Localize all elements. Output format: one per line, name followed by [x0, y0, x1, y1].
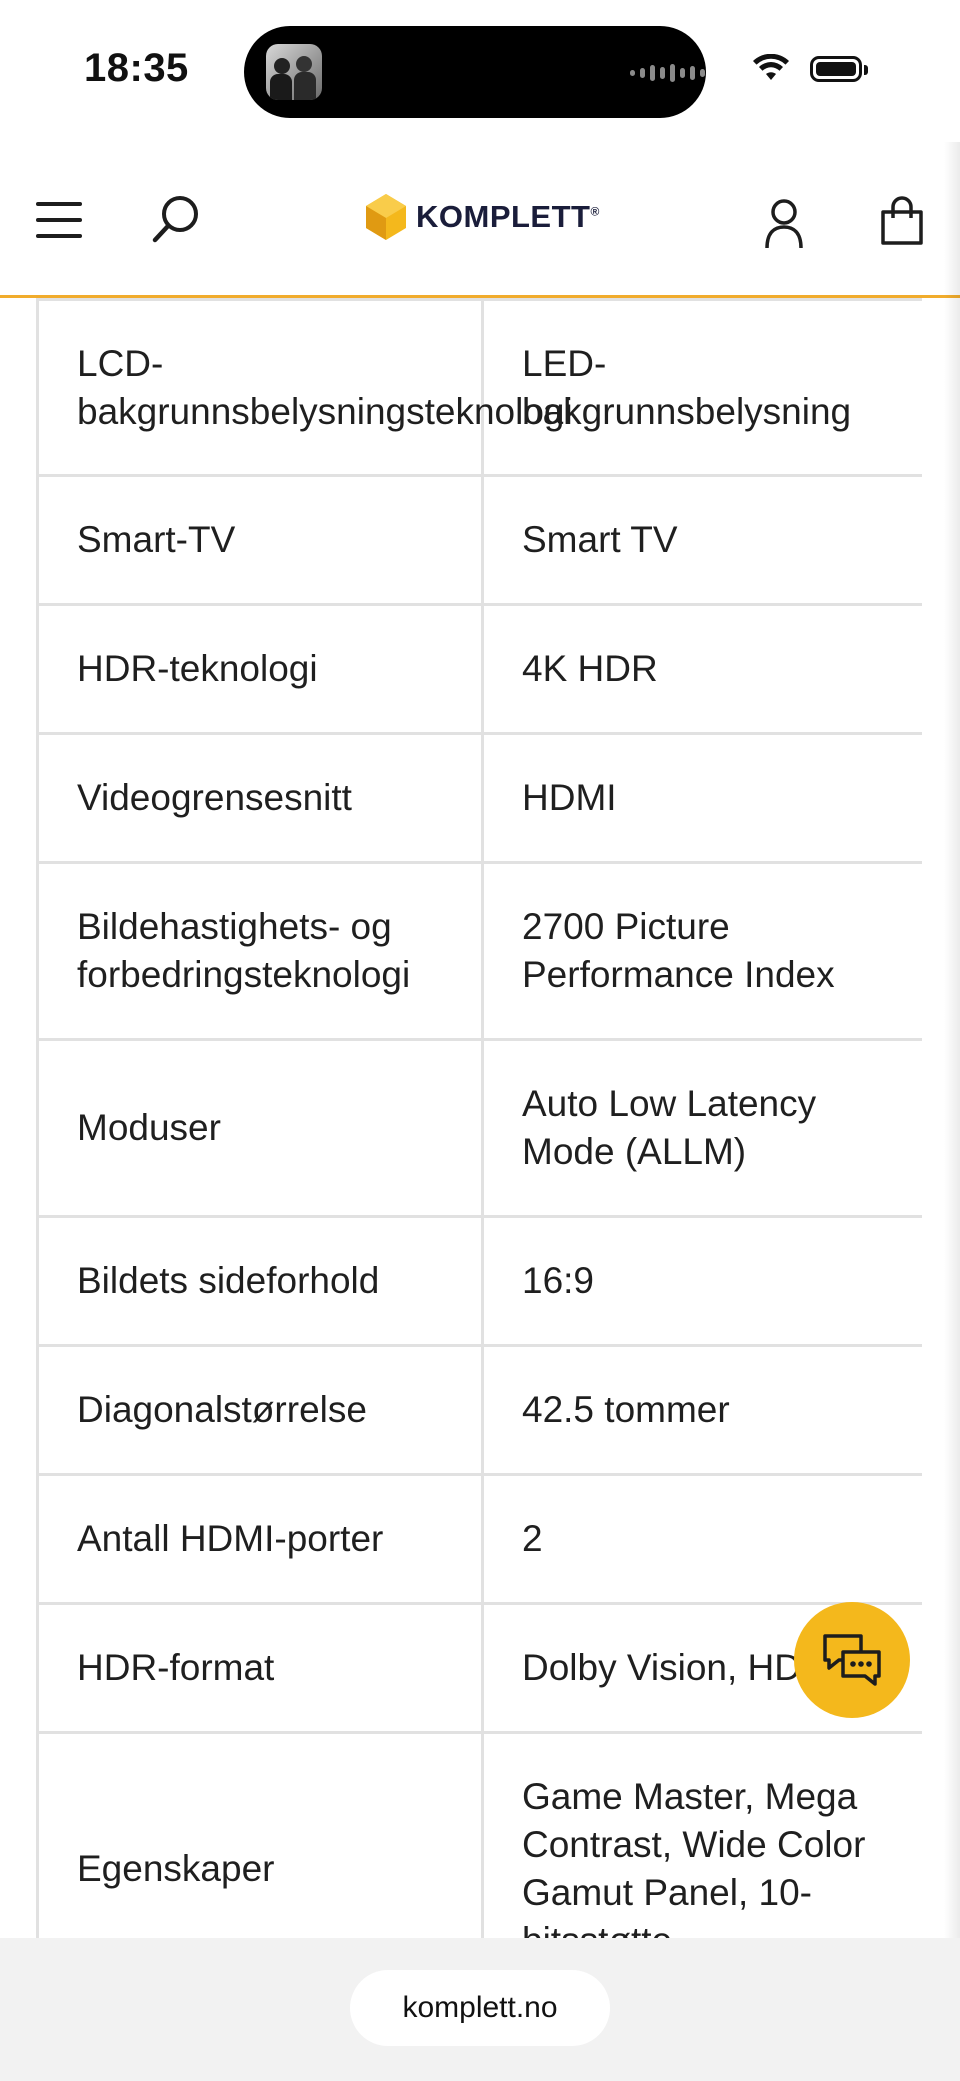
spec-value-text: 2700 Picture Performance Index: [522, 906, 835, 995]
spec-key: Smart-TV: [36, 474, 484, 606]
address-bar[interactable]: komplett.no: [350, 1970, 610, 2046]
spec-key: HDR-format: [36, 1602, 484, 1734]
table-row: Bildehastighets- og forbedringsteknologi …: [36, 861, 922, 1041]
spec-value: Game Master, Mega Contrast, Wide Color Gam…: [481, 1731, 922, 1939]
spec-value: LED-bakgrunnsbelysning: [481, 298, 922, 477]
table-row: HDR-format Dolby Vision, HDR10: [36, 1602, 922, 1734]
specifications-table: LCD-bakgrunnsbelysningsteknologi LED-bak…: [36, 298, 922, 1938]
komplett-logo[interactable]: KOMPLETT®: [364, 192, 600, 242]
table-row: Smart-TV Smart TV: [36, 474, 922, 606]
spec-value: 16:9: [481, 1215, 922, 1347]
spec-key-text: Bildehastighets- og forbedringsteknologi: [77, 906, 411, 995]
spec-key: Bildets sideforhold: [36, 1215, 484, 1347]
table-row: Egenskaper Game Master, Mega Contrast, Wi…: [36, 1731, 922, 1939]
spec-value-text: LED-bakgrunnsbelysning: [522, 342, 852, 432]
search-icon[interactable]: [150, 194, 202, 246]
status-bar: 18:35: [0, 0, 960, 142]
spec-value-text: Auto Low Latency Mode (ALLM): [522, 1083, 817, 1172]
table-row: Diagonalstørrelse 42.5 tommer: [36, 1344, 922, 1476]
wifi-icon: [753, 54, 789, 80]
spec-value: HDMI: [481, 732, 922, 864]
spec-value: Auto Low Latency Mode (ALLM): [481, 1038, 922, 1218]
now-playing-artwork: [266, 44, 322, 100]
spec-key: Antall HDMI-porter: [36, 1473, 484, 1605]
spec-key: LCD-bakgrunnsbelysningsteknologi: [36, 298, 573, 477]
table-row: Videogrensesnitt HDMI: [36, 732, 922, 864]
chat-button[interactable]: [794, 1602, 910, 1718]
menu-icon[interactable]: [36, 202, 82, 250]
audio-waveform-icon: [630, 64, 705, 82]
spec-value: 2: [481, 1473, 922, 1605]
table-row: LCD-bakgrunnsbelysningsteknologi LED-bak…: [36, 298, 922, 477]
chat-icon: [823, 1634, 881, 1686]
spec-key: Videogrensesnitt: [36, 732, 484, 864]
spec-key: Egenskaper: [36, 1731, 484, 1938]
site-header: KOMPLETT®: [0, 142, 960, 298]
spec-value: 4K HDR: [481, 603, 922, 735]
dynamic-island[interactable]: [244, 26, 706, 118]
spec-key: Moduser: [36, 1038, 484, 1218]
table-row: Antall HDMI-porter 2: [36, 1473, 922, 1605]
shopping-bag-icon[interactable]: [880, 196, 924, 246]
spec-value-text: Game Master, Mega Contrast, Wide Color Gam…: [522, 1775, 866, 1939]
table-row: Bildets sideforhold 16:9: [36, 1215, 922, 1347]
table-row: Moduser Auto Low Latency Mode (ALLM): [36, 1038, 922, 1218]
table-row: HDR-teknologi 4K HDR: [36, 603, 922, 735]
page-edge-shadow: [944, 142, 960, 1942]
status-time: 18:35: [84, 46, 189, 90]
battery-icon: [810, 56, 868, 82]
user-account-icon[interactable]: [764, 198, 804, 250]
spec-key: Diagonalstørrelse: [36, 1344, 484, 1476]
spec-value: 2700 Picture Performance Index: [481, 861, 922, 1041]
spec-value: Smart TV: [481, 474, 922, 606]
spec-key: HDR-teknologi: [36, 603, 484, 735]
komplett-logo-mark: [366, 194, 406, 240]
logo-text: KOMPLETT®: [416, 199, 600, 234]
spec-value: 42.5 tommer: [481, 1344, 922, 1476]
spec-key: Bildehastighets- og forbedringsteknologi: [36, 861, 484, 1041]
browser-bottom-bar: komplett.no: [0, 1938, 960, 2081]
